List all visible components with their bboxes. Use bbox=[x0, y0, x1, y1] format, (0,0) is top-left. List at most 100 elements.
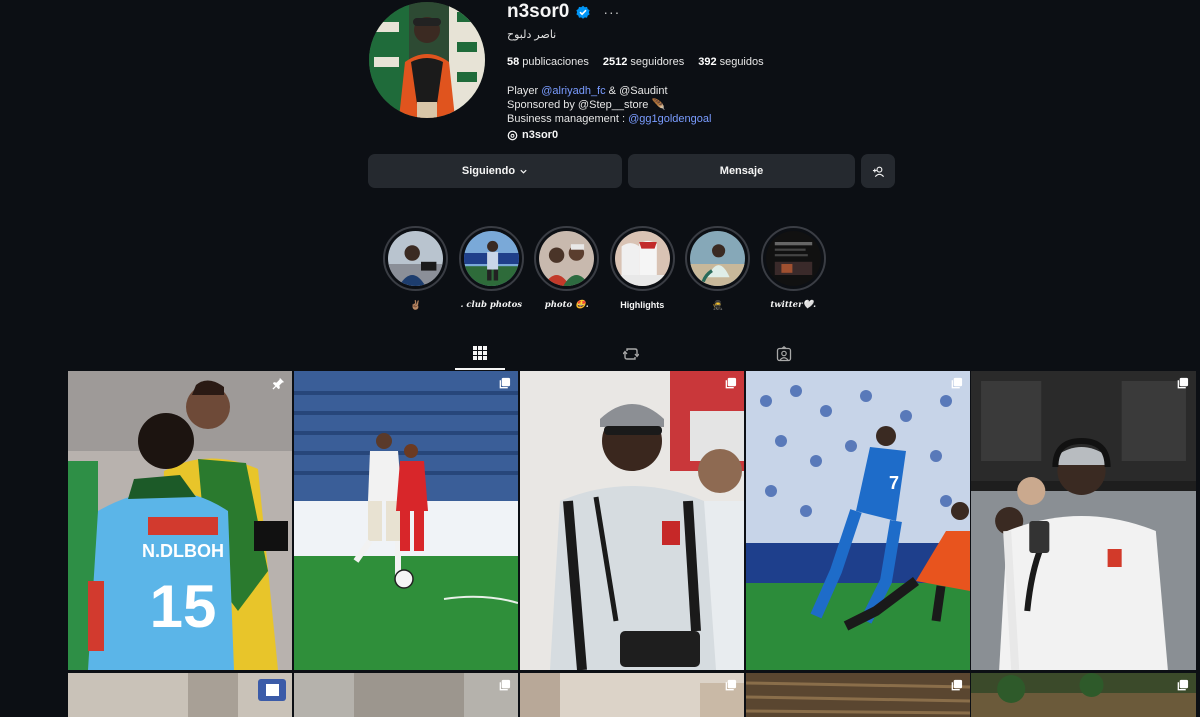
post-tile[interactable] bbox=[746, 673, 970, 717]
highlight-item[interactable]: Highlights bbox=[605, 226, 681, 312]
followers-count: 2512 bbox=[602, 56, 628, 68]
profile-info: n3sor0 ··· ناصر دلبوح 58 publicaciones 25… bbox=[507, 0, 1107, 141]
post-tile[interactable] bbox=[520, 371, 744, 670]
bio-line-3: Business management : @gg1goldengoal bbox=[507, 112, 1107, 126]
suggested-users-button[interactable] bbox=[861, 154, 895, 188]
add-user-icon bbox=[872, 166, 884, 177]
post-image bbox=[294, 371, 518, 670]
highlight-label: . club photos bbox=[460, 300, 523, 310]
grid-icon bbox=[473, 346, 487, 360]
svg-text:15: 15 bbox=[150, 573, 217, 640]
post-tile[interactable] bbox=[971, 371, 1196, 670]
more-dots-icon[interactable]: ··· bbox=[603, 4, 620, 20]
bio-line-1: Player @alriyadh_fc & @Saudint bbox=[507, 84, 1107, 98]
post-tile[interactable]: N.DLBOH 15 bbox=[68, 371, 292, 670]
carousel-icon bbox=[951, 679, 963, 691]
following-stat[interactable]: 392 seguidos bbox=[698, 56, 763, 68]
mention-link[interactable]: @alriyadh_fc bbox=[541, 85, 605, 97]
highlight-cover bbox=[765, 231, 821, 286]
highlight-ring bbox=[685, 226, 751, 291]
highlight-item[interactable]: photo 🤩. bbox=[529, 226, 605, 312]
post-image bbox=[520, 673, 744, 717]
post-tile[interactable] bbox=[971, 673, 1196, 717]
highlight-cover bbox=[690, 231, 746, 286]
carousel-icon bbox=[499, 679, 511, 691]
highlight-ring bbox=[534, 226, 600, 291]
followers-label: seguidores bbox=[630, 56, 685, 68]
reels-icon bbox=[623, 348, 639, 360]
post-image: N.DLBOH 15 bbox=[68, 371, 292, 670]
posts-label: publicaciones bbox=[522, 56, 589, 68]
following-label: seguidos bbox=[719, 56, 764, 68]
bio-text: Business management : bbox=[507, 113, 629, 125]
svg-text:N.DLBOH: N.DLBOH bbox=[142, 541, 224, 561]
post-tile[interactable] bbox=[294, 673, 518, 717]
carousel-icon bbox=[1177, 679, 1189, 691]
tagged-icon bbox=[776, 346, 792, 362]
tab-reels[interactable] bbox=[606, 338, 656, 370]
highlight-cover bbox=[463, 231, 519, 286]
carousel-icon bbox=[1177, 377, 1189, 389]
highlight-label: 🥷 bbox=[712, 300, 724, 310]
posts-stat: 58 publicaciones bbox=[507, 56, 589, 68]
post-image bbox=[971, 673, 1196, 717]
following-count: 392 bbox=[698, 56, 717, 68]
highlight-cover bbox=[388, 231, 444, 286]
post-image bbox=[971, 371, 1196, 670]
post-image bbox=[294, 673, 518, 717]
tab-tagged[interactable] bbox=[759, 338, 809, 370]
username: n3sor0 bbox=[507, 1, 570, 22]
followers-stat[interactable]: 2512 seguidores bbox=[603, 56, 684, 68]
highlight-ring bbox=[383, 226, 449, 291]
post-tile[interactable] bbox=[294, 371, 518, 670]
highlight-cover bbox=[539, 231, 595, 286]
highlight-cover bbox=[614, 231, 670, 286]
post-image bbox=[520, 371, 744, 670]
threads-icon bbox=[507, 130, 518, 140]
highlight-ring bbox=[458, 226, 524, 291]
tab-posts[interactable] bbox=[455, 338, 505, 370]
chevron-down-icon bbox=[520, 169, 527, 174]
pin-icon bbox=[272, 377, 285, 390]
profile-stats: 58 publicaciones 2512 seguidores 392 seguid… bbox=[507, 56, 1107, 68]
following-button-label: Siguiendo bbox=[461, 165, 516, 177]
carousel-icon bbox=[951, 377, 963, 389]
carousel-icon bbox=[725, 377, 737, 389]
message-button[interactable]: Mensaje bbox=[628, 154, 855, 188]
full-name: ناصر دلبوح bbox=[507, 29, 557, 41]
highlight-label: ✌🏽 bbox=[410, 300, 422, 310]
story-highlights: ✌🏽 . club photos photo 🤩. Highlights 🥷 t… bbox=[378, 226, 831, 312]
highlight-label: Highlights bbox=[620, 300, 665, 310]
carousel-icon bbox=[499, 377, 511, 389]
post-image: 7 bbox=[746, 371, 970, 670]
posts-count: 58 bbox=[507, 56, 520, 68]
post-image bbox=[746, 673, 970, 717]
bio-text: & @Saudint bbox=[605, 85, 668, 97]
svg-text:7: 7 bbox=[889, 473, 899, 493]
message-button-label: Mensaje bbox=[719, 165, 764, 177]
post-tile[interactable] bbox=[68, 673, 292, 717]
highlight-label: photo 🤩. bbox=[544, 300, 589, 310]
highlight-ring bbox=[760, 226, 826, 291]
mention-link[interactable]: @gg1goldengoal bbox=[628, 113, 711, 125]
post-tile[interactable] bbox=[520, 673, 744, 717]
post-image bbox=[68, 673, 292, 717]
highlight-item[interactable]: 🥷 bbox=[680, 226, 756, 312]
highlight-item[interactable]: twitter🤍. bbox=[756, 226, 832, 312]
bio-text: Player bbox=[507, 85, 542, 97]
profile-avatar[interactable] bbox=[369, 2, 485, 118]
highlight-item[interactable]: ✌🏽 bbox=[378, 226, 454, 312]
threads-link[interactable]: n3sor0 bbox=[507, 129, 1107, 141]
highlight-ring bbox=[609, 226, 675, 291]
verified-badge-icon bbox=[576, 5, 590, 19]
profile-tabs bbox=[0, 338, 1200, 370]
highlight-item[interactable]: . club photos bbox=[454, 226, 530, 312]
threads-handle: n3sor0 bbox=[522, 129, 559, 141]
following-button[interactable]: Siguiendo bbox=[368, 154, 622, 188]
highlight-label: twitter🤍. bbox=[770, 300, 817, 310]
bio: Player @alriyadh_fc & @Saudint Sponsored… bbox=[507, 84, 1107, 126]
bio-line-2: Sponsored by @Step__store 🪶 bbox=[507, 99, 666, 111]
carousel-icon bbox=[725, 679, 737, 691]
username-row: n3sor0 ··· bbox=[507, 0, 1107, 24]
post-tile[interactable]: 7 bbox=[746, 371, 970, 670]
